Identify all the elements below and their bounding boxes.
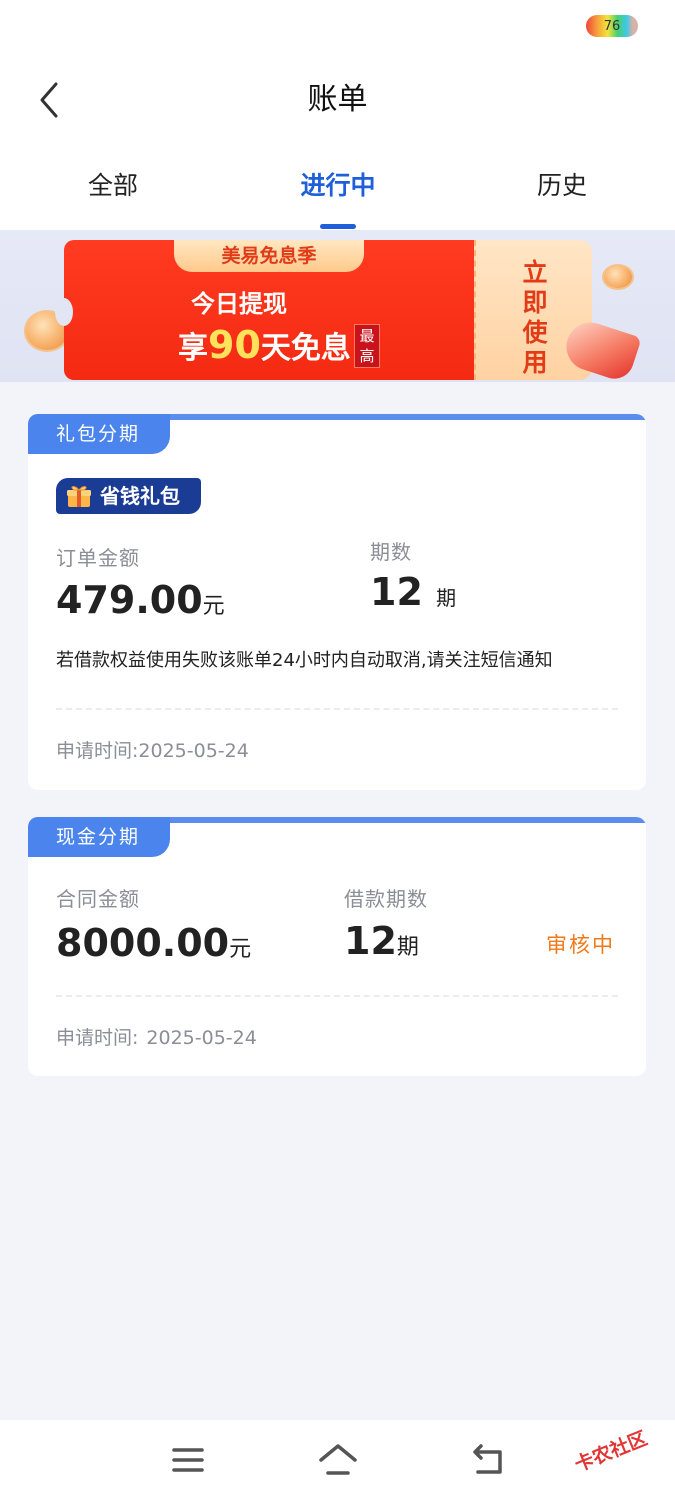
order-amount-value: 479.00 — [56, 578, 203, 622]
use-now-label: 立即使用 — [522, 258, 548, 377]
home-button[interactable] — [316, 1442, 360, 1478]
back-icon — [473, 1444, 502, 1474]
tab-in-progress[interactable]: 进行中 — [258, 164, 418, 208]
gift-badge-label: 省钱礼包 — [100, 484, 180, 508]
coin-icon — [602, 264, 634, 290]
promo-suffix: 天免息 — [260, 331, 351, 366]
battery-icon: 76 — [586, 15, 638, 37]
max-badge-text: 最高 — [359, 327, 375, 365]
promo-line1: 今日提现 — [191, 290, 287, 318]
gift-icon — [67, 486, 91, 507]
menu-icon — [172, 1448, 204, 1472]
menu-button[interactable] — [166, 1442, 210, 1478]
cancel-notice: 若借款权益使用失败该账单24小时内自动取消,请关注短信通知 — [56, 650, 553, 671]
apply-time-label: 申请时间: — [56, 740, 139, 762]
battery-level: 76 — [603, 18, 621, 34]
loan-periods-unit: 期 — [396, 935, 419, 960]
promo-prefix: 享 — [178, 331, 208, 366]
bill-card-gift[interactable]: 礼包分期 省钱礼包 订单金额 479.00元 期数 12 期 若借款权益使用失败… — [28, 414, 646, 790]
periods-value: 12 — [370, 570, 423, 614]
system-back-button[interactable] — [466, 1442, 510, 1478]
promo-line2: 享90天免息 — [178, 320, 351, 370]
promo-days: 90 — [208, 323, 261, 367]
order-amount: 479.00元 — [56, 578, 225, 622]
periods-label: 期数 — [370, 540, 412, 564]
tab-indicator — [320, 224, 356, 229]
max-badge: 最高 — [354, 324, 380, 368]
home-icon — [319, 1444, 357, 1475]
contract-amount: 8000.00元 — [56, 921, 251, 965]
loan-periods-value: 12 — [344, 919, 397, 963]
tab-all[interactable]: 全部 — [33, 164, 193, 208]
apply-time-value: 2025-05-24 — [138, 740, 249, 762]
promo-banner[interactable]: 美易免息季 今日提现 享90天免息 最高 立即使用 — [0, 230, 675, 382]
loan-periods-label: 借款期数 — [344, 887, 428, 911]
apply-time: 申请时间:2025-05-24 — [56, 736, 249, 763]
divider — [56, 708, 618, 710]
promo-tag: 美易免息季 — [174, 240, 364, 272]
divider — [56, 995, 618, 997]
apply-time: 申请时间: 2025-05-24 — [56, 1023, 257, 1050]
tab-history[interactable]: 历史 — [482, 164, 642, 208]
card-tag: 现金分期 — [28, 817, 170, 857]
page-title: 账单 — [307, 82, 368, 117]
contract-amount-unit: 元 — [229, 937, 252, 962]
coupon-left: 美易免息季 今日提现 享90天免息 最高 — [55, 240, 474, 380]
gift-badge: 省钱礼包 — [56, 478, 201, 514]
periods-unit: 期 — [436, 586, 457, 610]
apply-time-value: 2025-05-24 — [146, 1027, 257, 1049]
apply-time-label: 申请时间: — [56, 1027, 139, 1049]
status-badge: 审核中 — [546, 933, 615, 957]
loan-periods: 12期 — [344, 919, 419, 963]
card-tag: 礼包分期 — [28, 414, 170, 454]
periods: 12 期 — [370, 570, 456, 614]
contract-amount-value: 8000.00 — [56, 921, 230, 965]
order-amount-unit: 元 — [202, 594, 225, 619]
contract-amount-label: 合同金额 — [56, 887, 140, 911]
order-amount-label: 订单金额 — [56, 546, 140, 570]
header: 76 账单 全部 进行中 历史 — [0, 0, 675, 230]
bill-card-cash[interactable]: 现金分期 合同金额 8000.00元 借款期数 12期 审核中 申请时间: 202… — [28, 817, 646, 1076]
